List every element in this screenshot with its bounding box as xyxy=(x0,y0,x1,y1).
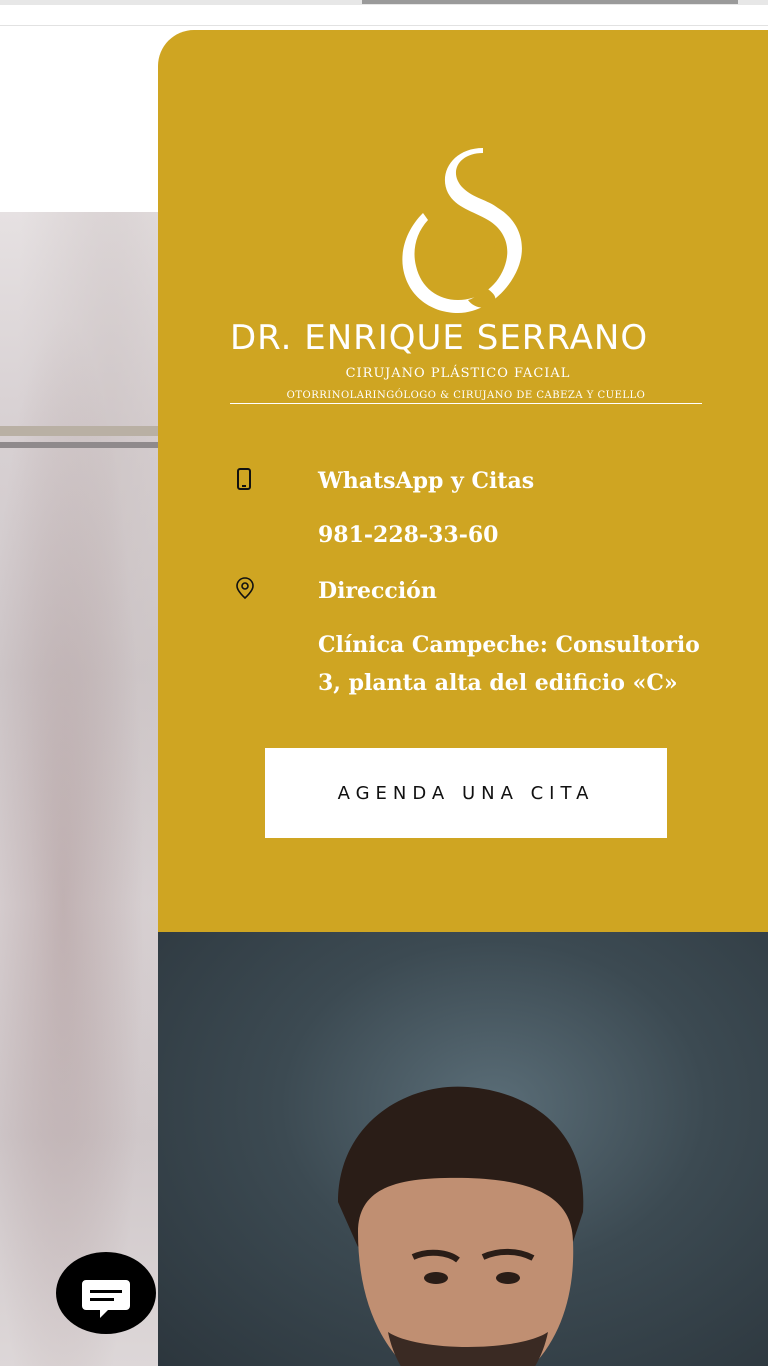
location-pin-icon xyxy=(236,577,254,600)
background-image xyxy=(0,212,158,1366)
top-divider xyxy=(0,25,768,26)
address-line-1: Clínica Campeche: Consultorio xyxy=(318,632,700,658)
mobile-phone-icon xyxy=(237,468,251,490)
address-line-2: 3, planta alta del edificio «C» xyxy=(318,670,678,696)
chat-bubble-icon xyxy=(82,1280,130,1318)
background-band xyxy=(0,426,158,436)
specialty-tagline-secondary: OTORRINOLARINGÓLOGO & CIRUJANO DE CABEZA… xyxy=(230,390,702,404)
whatsapp-label: WhatsApp y Citas xyxy=(318,468,535,494)
name-last: SERRANO xyxy=(476,318,649,358)
chat-button[interactable] xyxy=(56,1252,156,1334)
address-label: Dirección xyxy=(318,578,437,604)
logo-icon xyxy=(402,148,522,313)
doctor-portrait xyxy=(338,1086,584,1366)
address-text: Clínica Campeche: Consultorio 3, planta … xyxy=(318,626,718,702)
top-strip xyxy=(0,0,768,26)
doctor-name: DR. ENRIQUE SERRANO xyxy=(230,316,768,360)
name-prefix: DR. xyxy=(230,318,293,358)
specialty-tagline: CIRUJANO PLÁSTICO FACIAL xyxy=(345,366,571,381)
background-band-dark xyxy=(0,442,158,448)
top-strip-dark xyxy=(362,0,738,4)
name-first: ENRIQUE xyxy=(304,318,465,358)
phone-number[interactable]: 981-228-33-60 xyxy=(318,516,498,554)
info-card: DR. ENRIQUE SERRANO CIRUJANO PLÁSTICO FA… xyxy=(158,30,768,932)
book-appointment-button[interactable]: AGENDA UNA CITA xyxy=(265,748,667,838)
doctor-photo xyxy=(158,932,768,1366)
